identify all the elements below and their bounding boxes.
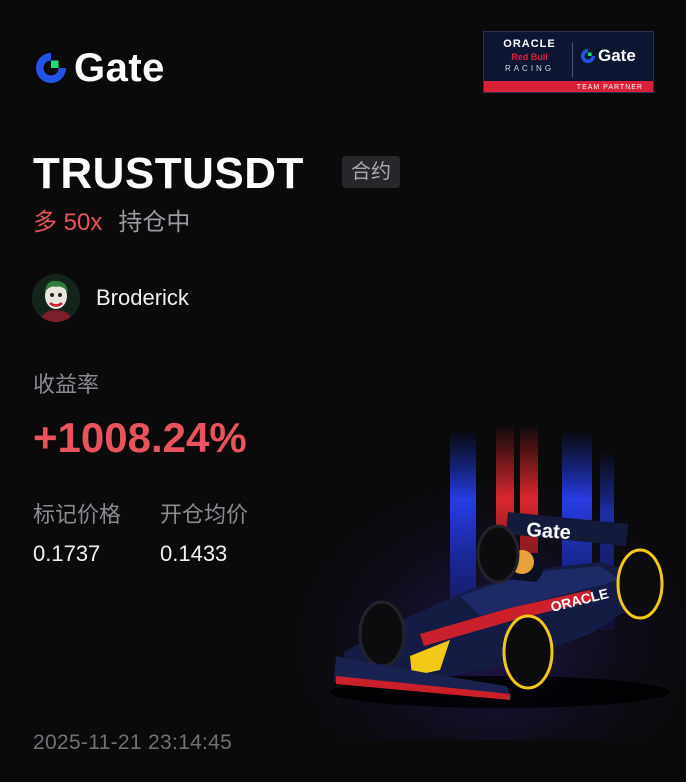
pnl-value: +1008.24% (33, 414, 247, 461)
position-direction: 多 50x (33, 209, 103, 236)
mark-price-label: 标记价格 (33, 502, 122, 527)
avatar-icon (32, 274, 80, 322)
open-price-label: 开仓均价 (160, 502, 249, 527)
partner-line-3: RACING (504, 64, 555, 73)
username: Broderick (96, 285, 189, 310)
pnl-label: 收益率 (33, 372, 100, 397)
brand-name: Gate (74, 46, 165, 90)
avatar (32, 274, 80, 322)
position-info: 多 50x 持仓中 (33, 208, 190, 238)
partner-gate-text: Gate (598, 46, 636, 65)
timestamp: 2025-11-21 23:14:45 (33, 731, 233, 754)
gate-logo-icon (36, 53, 66, 83)
race-car-image: Gate ORACLE (300, 420, 686, 740)
partner-badge: ORACLE Red Bull RACING Gate TEAM PARTNER (483, 31, 654, 93)
symbol-title: TRUSTUSDT (33, 149, 304, 198)
partner-line-1: ORACLE (503, 38, 556, 50)
partner-strip-text: TEAM PARTNER (576, 84, 643, 91)
gate-logo: Gate (34, 48, 165, 88)
position-status: 持仓中 (118, 209, 191, 236)
share-card: Gate ORACLE Red Bull RACING Gate TEAM PA… (0, 0, 686, 782)
mark-price-value: 0.1737 (33, 541, 101, 566)
partner-gate-logo: Gate (580, 46, 636, 66)
partner-divider (572, 42, 573, 78)
contract-tag: 合约 (342, 156, 400, 188)
partner-line-2: Red Bull (511, 52, 548, 62)
gate-logo-small-icon (580, 48, 596, 64)
svg-text:Gate: Gate (526, 519, 572, 544)
open-price-value: 0.1433 (160, 541, 228, 566)
